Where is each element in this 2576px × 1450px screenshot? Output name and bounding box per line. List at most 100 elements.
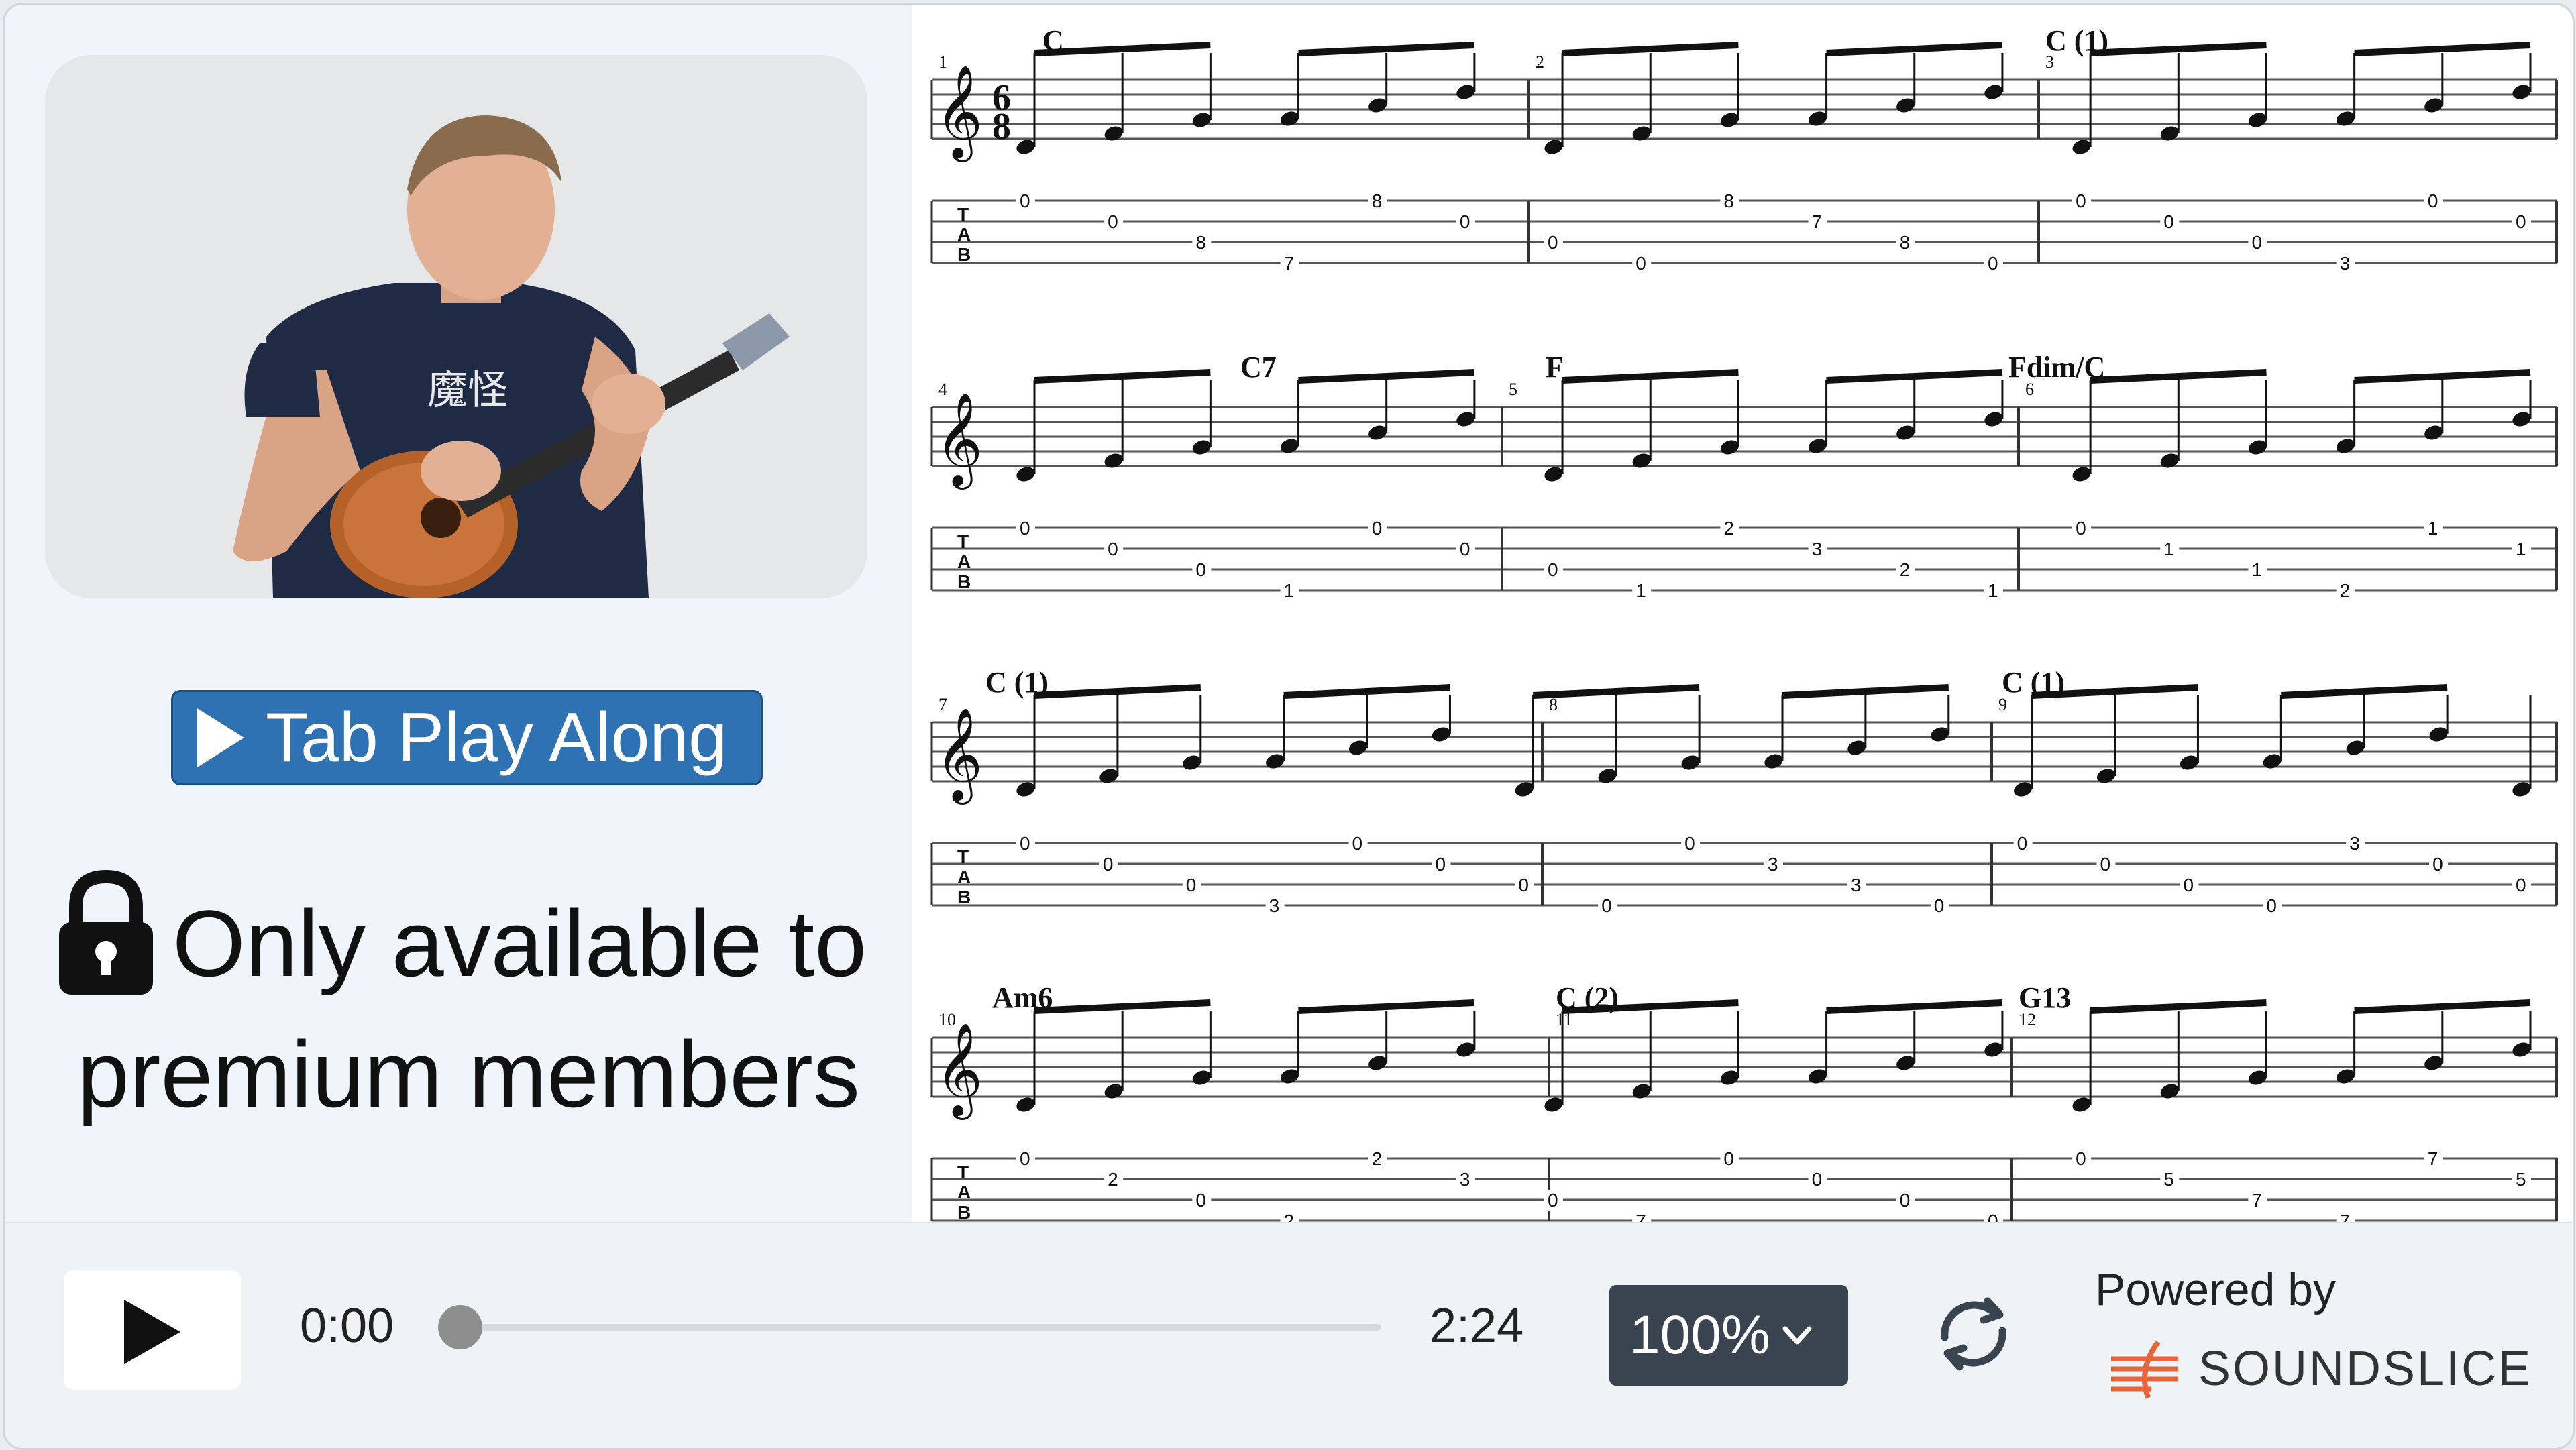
- beam: [2090, 999, 2267, 1014]
- progress-thumb[interactable]: [438, 1305, 482, 1349]
- tab-clef-label: A: [957, 867, 971, 887]
- tab-fret-number: 0: [1020, 190, 1030, 211]
- tab-clef-label: B: [957, 571, 971, 592]
- tab-notation: 𝄞TAB681 2 3C C (1)008780008780000300𝄞TAB4 5 6…: [930, 24, 2558, 1222]
- chord-name: C7: [1240, 351, 1277, 384]
- zoom-select[interactable]: 100%: [1609, 1285, 1848, 1386]
- tab-fret-number: 7: [1284, 253, 1295, 274]
- tab-fret-number: 0: [1934, 895, 1945, 916]
- beam: [1298, 42, 1475, 56]
- tab-fret-number: 0: [1684, 833, 1695, 854]
- tab-fret-number: 1: [2251, 559, 2262, 580]
- beam: [2090, 42, 2267, 56]
- tab-fret-number: 1: [2516, 539, 2526, 559]
- lock-icon: [59, 870, 153, 995]
- soundslice-brand[interactable]: SOUNDSLICE: [2111, 1339, 2532, 1399]
- tab-fret-number: 0: [1900, 1190, 1911, 1211]
- tab-fret-number: 0: [2100, 854, 2111, 875]
- measure-number: 4: [938, 380, 947, 399]
- measure-number: 1: [938, 52, 947, 72]
- tab-fret-number: 2: [1284, 1211, 1295, 1222]
- tab-fret-number: 0: [1108, 539, 1118, 559]
- play-button[interactable]: [64, 1270, 241, 1390]
- tab-fret-number: 1: [1988, 580, 1998, 601]
- progress-track[interactable]: [461, 1324, 1381, 1331]
- tab-fret-number: 0: [1020, 1148, 1030, 1169]
- tab-fret-number: 7: [2340, 1211, 2351, 1222]
- tab-fret-number: 8: [1372, 190, 1383, 211]
- beam: [2354, 42, 2531, 56]
- tab-fret-number: 0: [2017, 833, 2028, 854]
- beam: [1562, 42, 1739, 56]
- app-window: 魔怪 Tab Play Along Only available to prem…: [3, 3, 2575, 1450]
- chord-name: F: [1546, 351, 1564, 384]
- svg-text:魔怪: 魔怪: [427, 367, 508, 414]
- measure-number: 5: [1509, 380, 1517, 399]
- tab-fret-number: 0: [1635, 253, 1646, 274]
- tab-play-along-label: Tab Play Along: [266, 698, 728, 777]
- tab-clef-label: B: [957, 1202, 971, 1222]
- tab-fret-number: 0: [2251, 232, 2262, 253]
- beam: [2090, 369, 2267, 384]
- tab-clef-label: T: [957, 846, 969, 867]
- player-controls: 0:00 2:24 100% Powered by SOUNDSLICE: [5, 1222, 2573, 1448]
- treble-clef-icon: 𝄞: [935, 708, 983, 805]
- tab-fret-number: 0: [1352, 833, 1363, 854]
- tab-fret-number: 3: [1812, 539, 1823, 559]
- tab-play-along-button[interactable]: Tab Play Along: [171, 690, 763, 785]
- tab-fret-number: 1: [1284, 580, 1295, 601]
- sidebar: 魔怪 Tab Play Along Only available to prem…: [5, 5, 912, 1222]
- tab-fret-number: 0: [1723, 1148, 1734, 1169]
- powered-by-label: Powered by: [2095, 1264, 2337, 1315]
- tab-clef-label: B: [957, 244, 971, 265]
- tab-fret-number: 7: [1812, 211, 1823, 232]
- tab-fret-number: 0: [1103, 854, 1114, 875]
- premium-notice-line2: premium members: [77, 1021, 860, 1127]
- beam: [1826, 42, 2003, 56]
- treble-clef-icon: 𝄞: [935, 1023, 983, 1120]
- video-thumbnail[interactable]: 魔怪: [45, 55, 867, 598]
- tab-fret-number: 2: [1108, 1169, 1118, 1190]
- loop-icon[interactable]: [1930, 1290, 2017, 1378]
- tab-fret-number: 2: [1372, 1148, 1383, 1169]
- tab-fret-number: 5: [2516, 1169, 2526, 1190]
- beam: [1034, 369, 1211, 384]
- tab-fret-number: 0: [2076, 518, 2086, 539]
- sheet-music[interactable]: 𝄞 T A B 6 8 1 2 3 C C (1) 0 0 8 7 8 0 0 0 8 7 8 0 0 0 0 3 0 0 𝄞 T A B 4 5 6…: [912, 5, 2573, 1222]
- tab-fret-number: 0: [2076, 1148, 2086, 1169]
- tab-fret-number: 0: [1548, 232, 1558, 253]
- tab-fret-number: 0: [2163, 211, 2174, 232]
- beam: [2354, 999, 2531, 1014]
- beam: [1298, 369, 1475, 384]
- tab-fret-number: 0: [1812, 1169, 1823, 1190]
- tab-fret-number: 0: [2183, 875, 2194, 895]
- treble-clef-icon: 𝄞: [935, 65, 983, 162]
- tab-fret-number: 7: [2428, 1148, 2438, 1169]
- measure-number: 10: [938, 1010, 956, 1029]
- tab-fret-number: 0: [1195, 1190, 1206, 1211]
- beam: [1283, 684, 1450, 699]
- tab-clef-label: T: [957, 204, 969, 225]
- tab-fret-number: 5: [2163, 1169, 2174, 1190]
- play-icon: [124, 1300, 180, 1364]
- zoom-value: 100%: [1629, 1304, 1770, 1365]
- time-signature-bottom: 8: [992, 106, 1011, 148]
- tab-fret-number: 0: [1372, 518, 1383, 539]
- tab-fret-number: 0: [2516, 211, 2526, 232]
- tab-fret-number: 2: [2340, 580, 2351, 601]
- beam: [2354, 369, 2531, 384]
- beam: [1782, 684, 1949, 699]
- ukulele-player-image: 魔怪: [45, 55, 867, 598]
- soundslice-wordmark: SOUNDSLICE: [2198, 1342, 2533, 1396]
- premium-notice-line1: Only available to: [172, 891, 867, 996]
- tab-fret-number: 3: [2349, 833, 2360, 854]
- tab-fret-number: 3: [1851, 875, 1862, 895]
- tab-clef-label: B: [957, 887, 971, 907]
- tab-fret-number: 8: [1723, 190, 1734, 211]
- tab-fret-number: 0: [2516, 875, 2526, 895]
- beam: [2281, 684, 2448, 699]
- tab-fret-number: 8: [1900, 232, 1911, 253]
- tab-fret-number: 0: [2428, 190, 2438, 211]
- play-icon: [197, 708, 244, 767]
- beam: [1298, 999, 1475, 1014]
